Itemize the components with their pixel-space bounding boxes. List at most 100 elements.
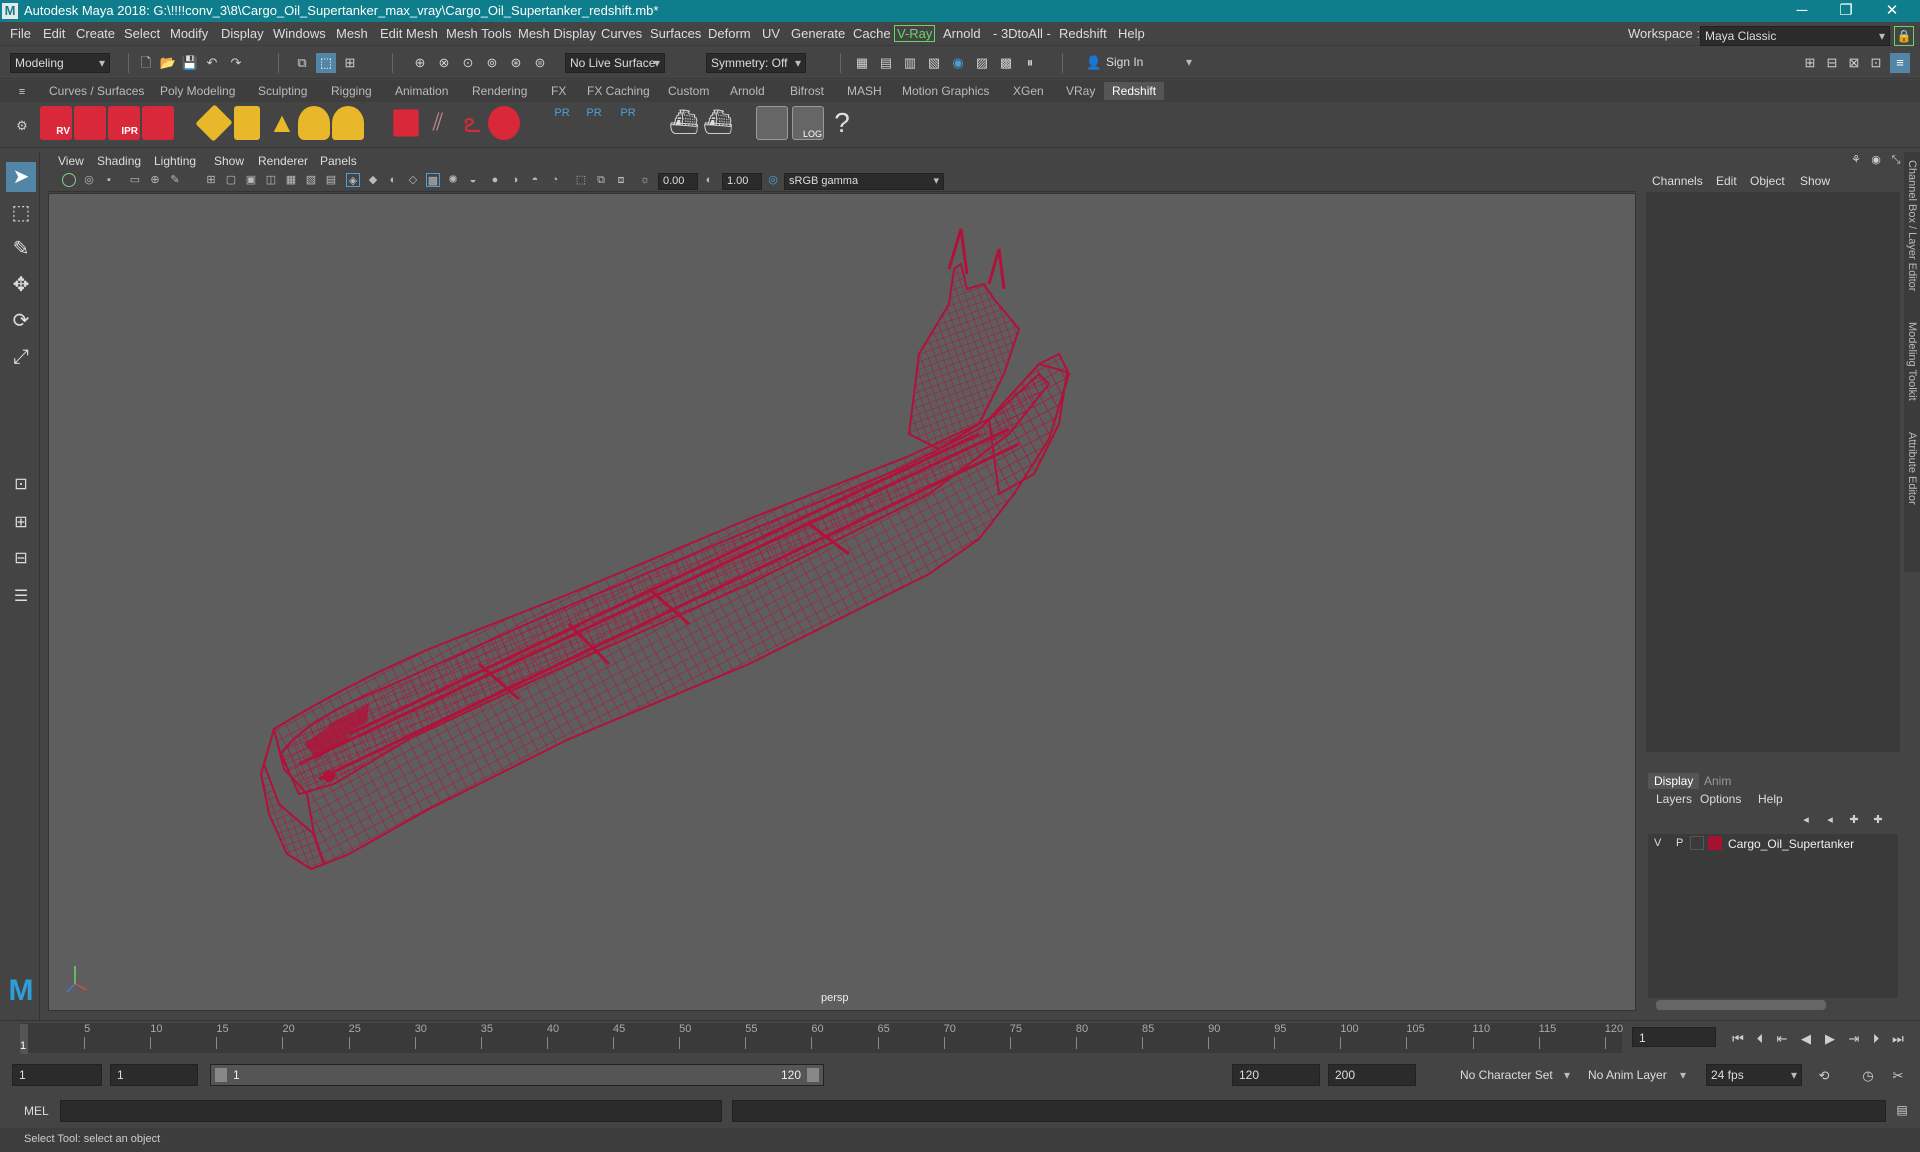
render-setup-icon[interactable]: ▨: [972, 53, 992, 73]
shelf-tab-rigging[interactable]: Rigging: [331, 84, 372, 98]
redo-icon[interactable]: ↷: [226, 53, 246, 73]
wireframe-on-shaded-icon[interactable]: ◇: [406, 173, 420, 187]
step-forward-key-icon[interactable]: ⇥: [1844, 1029, 1864, 1049]
fps-dropdown[interactable]: 24 fps: [1706, 1064, 1802, 1086]
menu-help[interactable]: Help: [1118, 26, 1145, 41]
script-editor-icon[interactable]: ▤: [1892, 1100, 1912, 1120]
bookmark-icon[interactable]: ▪: [102, 173, 116, 187]
four-view-layout-icon[interactable]: ⊞: [6, 508, 36, 538]
menu-uv[interactable]: UV: [762, 26, 780, 41]
layer-tab-anim[interactable]: Anim: [1704, 774, 1731, 788]
range-start-handle[interactable]: [215, 1068, 227, 1082]
animation-start-field[interactable]: 1: [12, 1064, 102, 1086]
shelf-menu-icon[interactable]: ≡: [12, 82, 32, 102]
layer-move-down-icon[interactable]: ◂: [1820, 810, 1840, 830]
camera-attributes-icon[interactable]: ◎: [82, 173, 96, 187]
exposure-field[interactable]: 0.00: [658, 173, 698, 190]
menu-arnold[interactable]: Arnold: [943, 26, 981, 41]
redshift-sun-sky-icon[interactable]: [332, 106, 364, 140]
menu-redshift[interactable]: Redshift: [1059, 26, 1107, 41]
shelf-tab-animation[interactable]: Animation: [395, 84, 448, 98]
safe-action-icon[interactable]: ▧: [304, 173, 318, 187]
channel-box-icon-3[interactable]: ⤡: [1886, 150, 1906, 170]
new-layer-selected-icon[interactable]: ✚: [1868, 810, 1888, 830]
restore-button[interactable]: ❐: [1826, 1, 1866, 21]
range-slider-bar[interactable]: 1 120: [210, 1064, 824, 1086]
auto-key-icon[interactable]: ◷: [1858, 1066, 1878, 1086]
viewport-menu-lighting[interactable]: Lighting: [154, 154, 196, 168]
viewport-menu-shading[interactable]: Shading: [97, 154, 141, 168]
menu-file[interactable]: File: [10, 26, 31, 41]
snap-projected-icon[interactable]: ⊚: [482, 53, 502, 73]
channel-box-area[interactable]: [1646, 192, 1900, 752]
textured-icon[interactable]: ▩: [426, 173, 440, 187]
go-to-end-icon[interactable]: ⏭: [1888, 1029, 1908, 1049]
menu-surfaces[interactable]: Surfaces: [650, 26, 701, 41]
menu-create[interactable]: Create: [76, 26, 115, 41]
animation-end-field[interactable]: 200: [1328, 1064, 1416, 1086]
layer-tab-display[interactable]: Display: [1648, 773, 1700, 789]
safe-title-icon[interactable]: ▤: [324, 173, 338, 187]
menu-select[interactable]: Select: [124, 26, 160, 41]
minimize-button[interactable]: ─: [1782, 1, 1822, 21]
select-tool-icon[interactable]: ➤: [6, 162, 36, 192]
animation-preferences-icon[interactable]: ✂: [1888, 1066, 1908, 1086]
mel-input[interactable]: [60, 1100, 722, 1122]
shelf-tab-fx-caching[interactable]: FX Caching: [587, 84, 650, 98]
lasso-tool-icon[interactable]: ⬚: [6, 198, 36, 228]
redshift-light-area-icon[interactable]: [195, 104, 233, 142]
ship-wireframe-model[interactable]: [49, 194, 1635, 1010]
go-to-start-icon[interactable]: ⏮: [1728, 1029, 1748, 1049]
layer-playback-toggle[interactable]: P: [1676, 837, 1683, 849]
current-time-marker[interactable]: 1: [20, 1024, 28, 1054]
paint-select-tool-icon[interactable]: ✎: [6, 234, 36, 264]
redshift-script-icon[interactable]: [756, 106, 788, 140]
redshift-batch-icon[interactable]: [74, 106, 106, 140]
side-tab-modeling-toolkit[interactable]: Modeling Toolkit: [1906, 322, 1918, 401]
play-forwards-icon[interactable]: ▶: [1820, 1029, 1840, 1049]
snap-point-icon[interactable]: ⊙: [458, 53, 478, 73]
viewport-menu-renderer[interactable]: Renderer: [258, 154, 308, 168]
render-frame-icon[interactable]: ▦: [852, 53, 872, 73]
menu-3dtoall[interactable]: - 3DtoAll -: [993, 26, 1051, 41]
layer-scrollbar[interactable]: [1656, 1000, 1826, 1010]
new-scene-icon[interactable]: 🗋: [136, 53, 156, 73]
ambient-occlusion-icon[interactable]: ●: [488, 173, 502, 187]
channel-box-menu-edit[interactable]: Edit: [1716, 174, 1737, 188]
menu-mesh-display[interactable]: Mesh Display: [518, 26, 596, 41]
outliner-layout-icon[interactable]: ☰: [6, 582, 36, 612]
shelf-tab-redshift[interactable]: Redshift: [1104, 82, 1165, 100]
menu-deform[interactable]: Deform: [708, 26, 751, 41]
channel-box-menu-channels[interactable]: Channels: [1652, 174, 1703, 188]
anim-layer-dropdown[interactable]: No Anim Layer: [1580, 1064, 1690, 1086]
perspective-viewport[interactable]: persp: [48, 193, 1636, 1011]
menu-curves[interactable]: Curves: [601, 26, 642, 41]
viewport-menu-panels[interactable]: Panels: [320, 154, 357, 168]
pause-icon[interactable]: ⏸: [1020, 53, 1040, 73]
tool-settings-icon[interactable]: ⊠: [1844, 53, 1864, 73]
character-set-dropdown[interactable]: No Character Set: [1432, 1064, 1574, 1086]
menu-edit[interactable]: Edit: [43, 26, 65, 41]
color-management-icon[interactable]: ◎: [766, 173, 780, 187]
menu-generate[interactable]: Generate: [791, 26, 845, 41]
attribute-editor-icon[interactable]: ⊟: [1822, 53, 1842, 73]
gamma-field[interactable]: 1.00: [722, 173, 762, 190]
side-tab-channel-box[interactable]: Channel Box / Layer Editor: [1906, 160, 1918, 291]
image-plane-icon[interactable]: ▭: [128, 173, 142, 187]
shelf-tab-vray[interactable]: VRay: [1066, 84, 1095, 98]
redshift-dome-light-icon[interactable]: [298, 106, 330, 140]
shelf-tab-xgen[interactable]: XGen: [1013, 84, 1044, 98]
layer-editor-icon[interactable]: ≡: [1890, 53, 1910, 73]
shelf-tab-custom[interactable]: Custom: [668, 84, 709, 98]
redshift-proxy-icon[interactable]: [393, 109, 419, 137]
shelf-tab-rendering[interactable]: Rendering: [472, 84, 527, 98]
menu-display[interactable]: Display: [221, 26, 264, 41]
shelf-tab-poly-modeling[interactable]: Poly Modeling: [160, 84, 235, 98]
layer-row[interactable]: V P Cargo_Oil_Supertanker: [1648, 834, 1898, 854]
shelf-tab-sculpting[interactable]: Sculpting: [258, 84, 307, 98]
range-end-handle[interactable]: [807, 1068, 819, 1082]
redshift-log-icon[interactable]: LOG: [792, 106, 824, 140]
rotate-tool-icon[interactable]: ⟳: [6, 306, 36, 336]
resolution-gate-icon[interactable]: ▣: [244, 173, 258, 187]
xray-joints-icon[interactable]: ⧈: [614, 173, 628, 187]
